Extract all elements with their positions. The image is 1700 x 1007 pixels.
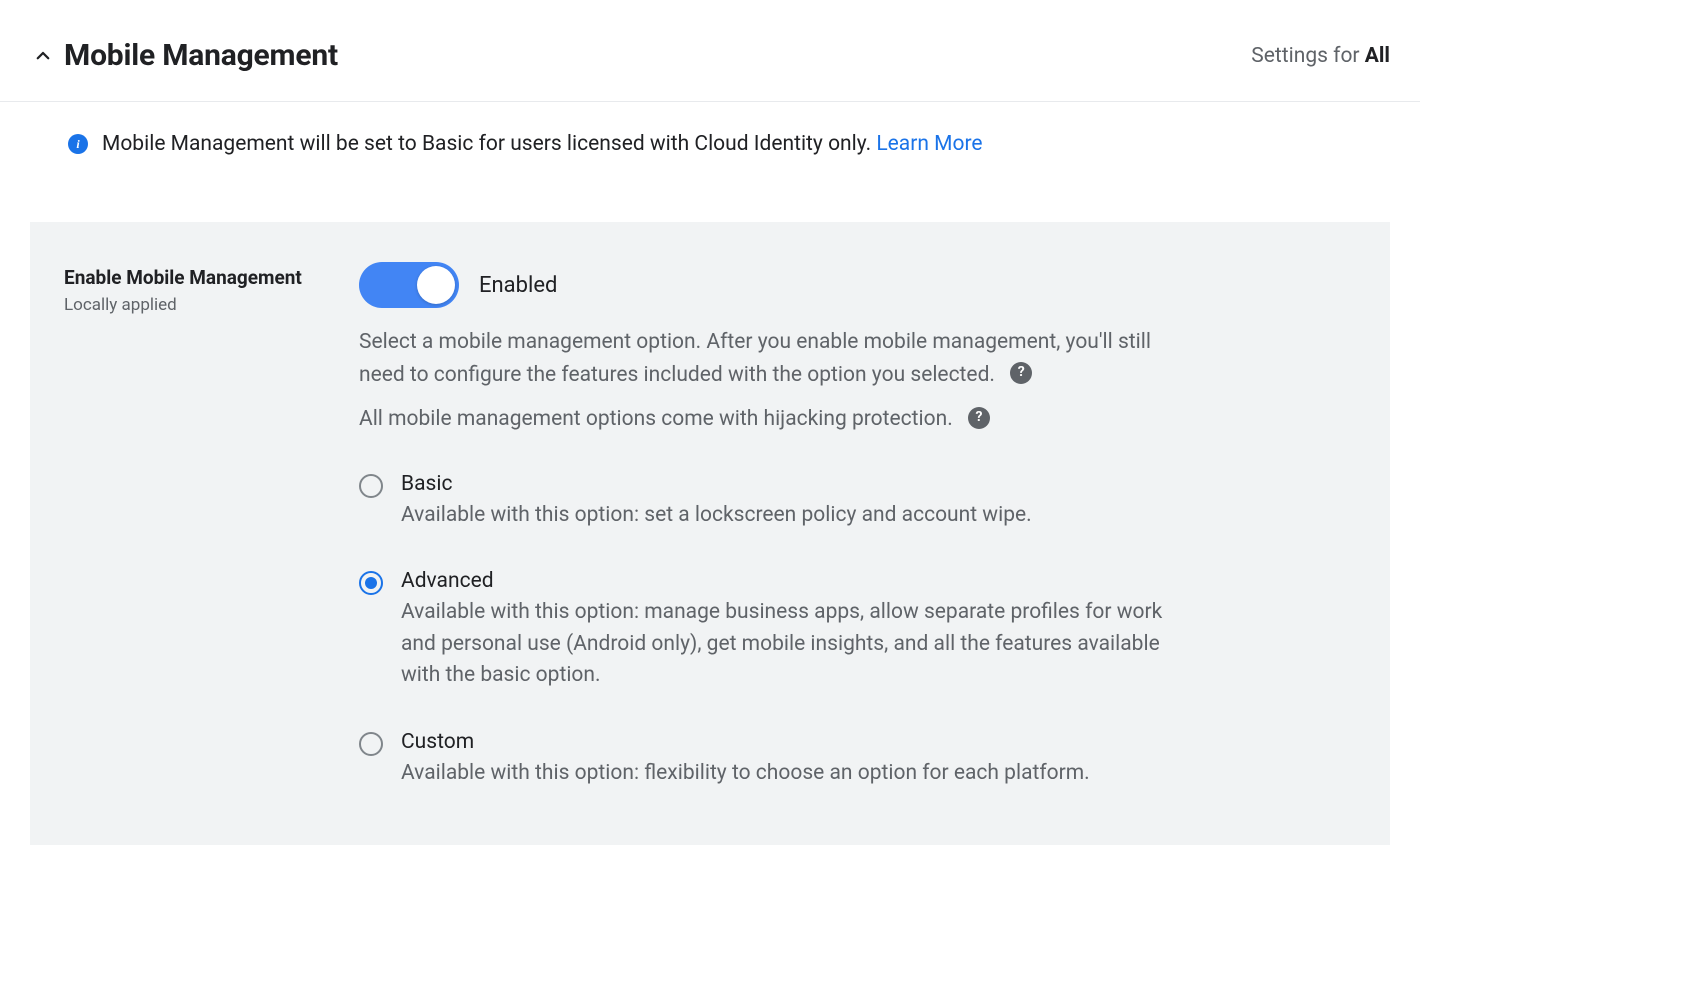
radio-basic[interactable] (359, 474, 383, 498)
radio-custom-desc: Available with this option: flexibility … (401, 758, 1171, 790)
learn-more-link[interactable]: Learn More (876, 132, 982, 156)
settings-scope-target: All (1365, 44, 1390, 68)
radio-advanced-desc: Available with this option: manage busin… (401, 597, 1171, 692)
info-icon: i (68, 134, 88, 154)
settings-card: Enable Mobile Management Locally applied… (30, 222, 1390, 845)
help-icon[interactable]: ? (968, 407, 990, 429)
info-banner: i Mobile Management will be set to Basic… (0, 102, 1420, 166)
collapse-icon[interactable] (34, 47, 52, 65)
setting-title: Enable Mobile Management (64, 266, 359, 289)
toggle-knob (417, 266, 455, 304)
radio-option-basic: Basic Available with this option: set a … (359, 472, 1356, 532)
radio-option-advanced: Advanced Available with this option: man… (359, 569, 1356, 692)
setting-description-1: Select a mobile management option. After… (359, 330, 1151, 387)
info-banner-text: Mobile Management will be set to Basic f… (102, 132, 876, 156)
section-header: Mobile Management Settings for All (0, 0, 1420, 102)
settings-scope: Settings for All (1251, 44, 1390, 68)
radio-custom-label: Custom (401, 730, 1171, 754)
settings-scope-prefix: Settings for (1251, 44, 1365, 68)
setting-description-2: All mobile management options come with … (359, 407, 953, 431)
toggle-state-label: Enabled (479, 273, 557, 298)
management-option-group: Basic Available with this option: set a … (359, 472, 1356, 790)
radio-option-custom: Custom Available with this option: flexi… (359, 730, 1356, 790)
radio-custom[interactable] (359, 732, 383, 756)
radio-advanced-label: Advanced (401, 569, 1171, 593)
setting-subtitle: Locally applied (64, 295, 359, 315)
radio-basic-desc: Available with this option: set a locksc… (401, 500, 1171, 532)
page-title: Mobile Management (64, 38, 338, 73)
help-icon[interactable]: ? (1010, 362, 1032, 384)
enable-toggle[interactable] (359, 262, 459, 308)
radio-basic-label: Basic (401, 472, 1171, 496)
radio-advanced[interactable] (359, 571, 383, 595)
